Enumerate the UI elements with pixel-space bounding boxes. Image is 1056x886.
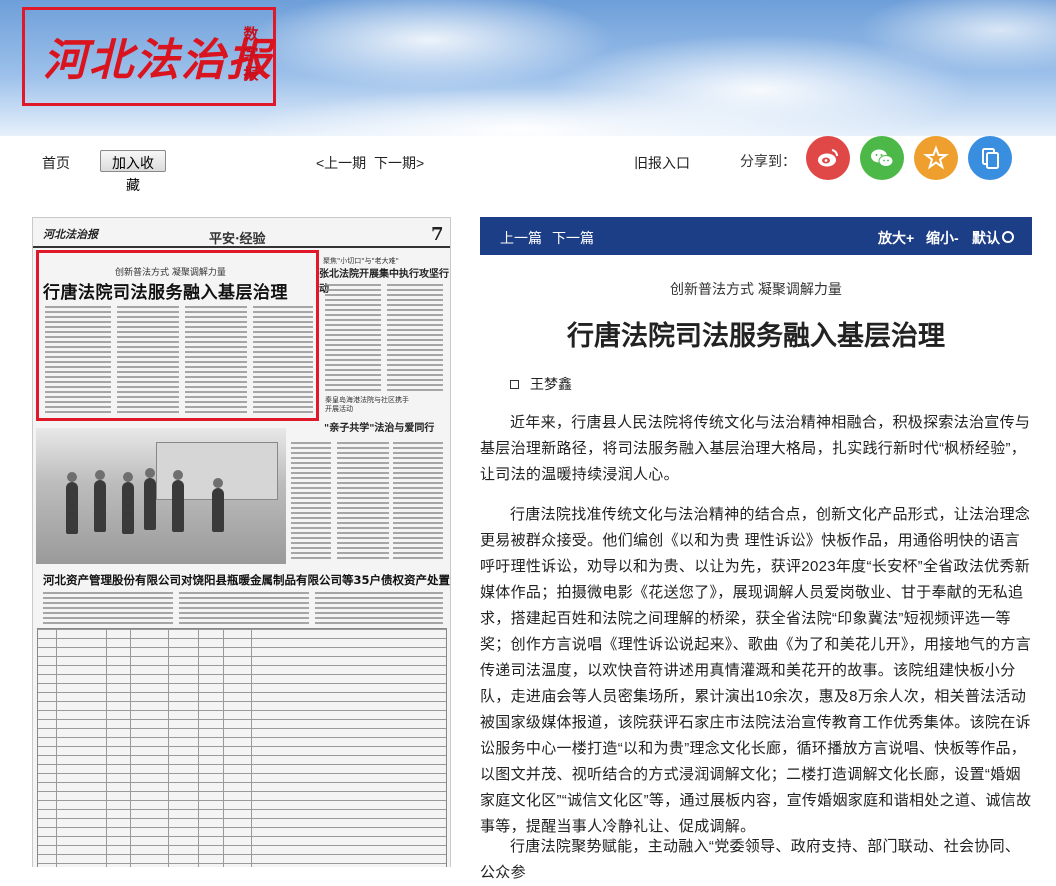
site-logo[interactable]: 河北法治报 数字报 <box>22 7 276 106</box>
page-masthead-logo: 河北法治报 <box>43 228 98 241</box>
article-title: 行唐法院司法服务融入基层治理 <box>567 321 945 352</box>
prev-article-link[interactable]: 上一篇 <box>500 228 542 248</box>
next-issue-link[interactable]: 下一期> <box>374 153 424 173</box>
default-font-button[interactable]: 默认 <box>972 228 1014 248</box>
thumb-text-column <box>185 306 247 414</box>
article-paragraph: 行唐法院聚势赋能，主动融入“党委领导、政府支持、部门联动、社会协同、公众参 <box>480 838 1021 881</box>
thumb-text-column <box>253 306 313 414</box>
thumb-text-column <box>43 592 173 624</box>
selected-article-thumb-subtitle: 创新普法方式 凝聚调解力量 <box>115 268 226 278</box>
page-masthead: 河北法治报 平安·经验 7 <box>33 218 450 248</box>
add-favorite-button[interactable]: 加入收藏 <box>100 150 166 193</box>
share-label: 分享到： <box>740 153 796 169</box>
favorite-share-button[interactable] <box>914 136 958 180</box>
next-article-link[interactable]: 下一篇 <box>552 228 594 248</box>
thumb-text-column <box>291 442 331 562</box>
newspaper-page-image[interactable]: 河北法治报 平安·经验 7 创新普法方式 凝聚调解力量 行唐法院司法服务融入基层… <box>32 217 451 867</box>
thumb-right-subtitle-2: 秦皇岛海港法院与社区携手 开展活动 <box>325 396 409 413</box>
favorite-star-icon <box>923 145 949 170</box>
article-paragraph: 近年来，行唐县人民法院将传统文化与法治精神相融合，积极探索法治宣传与基层治理新路… <box>480 414 1031 483</box>
home-link[interactable]: 首页 <box>42 153 70 173</box>
logo-text: 河北法治报 <box>43 35 273 86</box>
circle-icon <box>1002 231 1014 243</box>
thumb-text-column <box>315 592 443 624</box>
shrink-font-button[interactable]: 缩小- <box>926 228 959 248</box>
thumb-ad-table <box>37 628 447 867</box>
thumb-text-column <box>337 442 389 562</box>
page-section-name: 平安·经验 <box>209 232 266 247</box>
author-square-icon <box>510 380 519 389</box>
default-font-label: 默认 <box>972 230 1000 246</box>
thumb-text-column <box>45 306 111 414</box>
copy-share-button[interactable] <box>968 136 1012 180</box>
selected-article-thumb-title: 行唐法院司法服务融入基层治理 <box>43 283 288 303</box>
enlarge-font-button[interactable]: 放大+ <box>878 228 914 248</box>
weibo-share-button[interactable] <box>806 136 850 180</box>
thumb-text-column <box>387 284 443 392</box>
thumb-photo <box>36 428 286 564</box>
weibo-icon <box>818 149 839 167</box>
article-author: 王梦鑫 <box>530 376 572 392</box>
thumb-text-column <box>393 442 443 562</box>
old-paper-link[interactable]: 旧报入口 <box>634 153 690 173</box>
thumb-ad-title: 河北资产管理股份有限公司对饶阳县瓶暖金属制品有限公司等35户债权资产处置公告 <box>43 573 451 587</box>
thumb-text-column <box>325 284 381 392</box>
copy-icon <box>982 148 999 169</box>
page-number: 7 <box>431 224 444 245</box>
thumb-right-title-2: "亲子共学"法治与爱同行 <box>324 423 435 434</box>
article-toolbar: 上一篇 下一篇 放大+ 缩小- 默认 <box>480 217 1032 255</box>
prev-issue-link[interactable]: <上一期 <box>316 153 366 173</box>
thumb-text-column <box>179 592 309 624</box>
article-paragraph: 行唐法院找准传统文化与法治精神的结合点，创新文化产品形式，让法治理念更易被群众接… <box>480 506 1032 835</box>
thumb-text-column <box>117 306 179 414</box>
logo-subtitle: 数字报 <box>243 25 259 83</box>
wechat-icon <box>871 149 894 167</box>
wechat-share-button[interactable] <box>860 136 904 180</box>
article-subtitle: 创新普法方式 凝聚调解力量 <box>670 281 842 297</box>
